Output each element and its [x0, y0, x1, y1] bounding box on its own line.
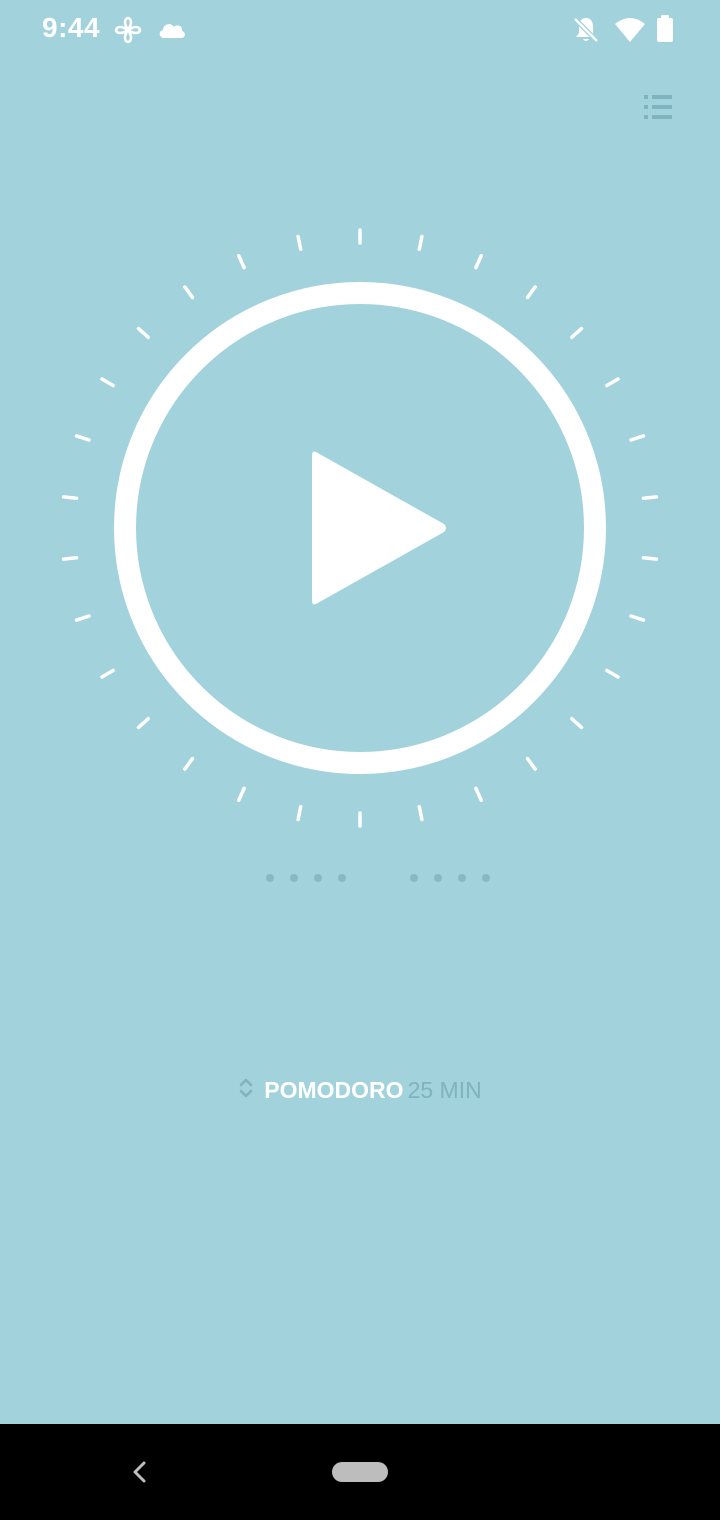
play-button[interactable]: [136, 304, 584, 752]
timer-dial: [61, 228, 659, 828]
tick-mark: [237, 786, 246, 802]
tick-mark: [74, 434, 91, 442]
tick-mark: [474, 786, 483, 802]
session-dots: [266, 874, 490, 882]
back-icon: [133, 1461, 146, 1483]
tick-mark: [136, 326, 150, 340]
tick-mark: [61, 556, 79, 561]
session-dot: [290, 874, 298, 882]
tick-mark: [136, 716, 150, 730]
tick-mark: [525, 756, 537, 771]
tick-mark: [417, 805, 424, 822]
tick-mark: [570, 326, 584, 340]
session-dot: [266, 874, 274, 882]
tick-mark: [641, 556, 659, 561]
mode-duration: 25 MIN: [407, 1077, 482, 1103]
session-dot: [482, 874, 490, 882]
tick-mark: [296, 234, 303, 251]
home-button[interactable]: [332, 1462, 388, 1482]
tick-mark: [183, 756, 195, 771]
tick-mark: [61, 495, 79, 500]
tick-mark: [474, 254, 483, 270]
chevron-up-down-icon: [238, 1072, 254, 1112]
session-dot: [338, 874, 346, 882]
navigation-bar: [0, 1424, 720, 1520]
session-dot: [410, 874, 418, 882]
tick-mark: [605, 377, 620, 388]
tick-mark: [525, 285, 537, 300]
tick-mark: [100, 668, 115, 679]
tick-mark: [629, 614, 646, 622]
tick-mark: [296, 805, 303, 822]
session-dot: [458, 874, 466, 882]
tick-mark: [641, 495, 659, 500]
tick-mark: [100, 377, 115, 388]
tick-mark: [237, 254, 246, 270]
tick-mark: [605, 668, 620, 679]
tick-mark: [417, 234, 424, 251]
mode-name: POMODORO: [264, 1077, 404, 1103]
mode-selector[interactable]: POMODORO 25 MIN: [0, 1070, 720, 1110]
back-button[interactable]: [120, 1452, 160, 1492]
tick-mark: [570, 716, 584, 730]
tick-mark: [74, 614, 91, 622]
tick-mark: [629, 434, 646, 442]
tick-mark: [183, 285, 195, 300]
session-dot: [314, 874, 322, 882]
session-dot: [434, 874, 442, 882]
